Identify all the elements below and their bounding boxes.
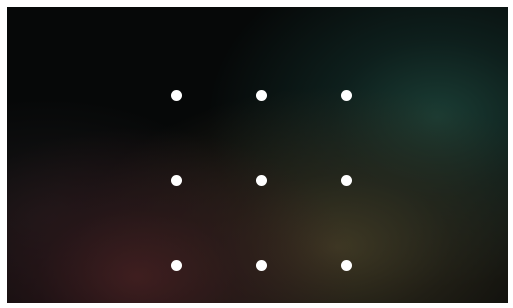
screenshot-frame	[0, 0, 513, 308]
lock-screen	[7, 7, 508, 303]
pattern-dot-4[interactable]	[170, 174, 182, 186]
pattern-dot-9[interactable]	[340, 259, 352, 271]
pattern-dot-3[interactable]	[340, 89, 352, 101]
pattern-dot-6[interactable]	[340, 174, 352, 186]
pattern-dot-2[interactable]	[255, 89, 267, 101]
pattern-dot-7[interactable]	[170, 259, 182, 271]
pattern-dot-8[interactable]	[255, 259, 267, 271]
pattern-dot-1[interactable]	[170, 89, 182, 101]
pattern-lock-grid[interactable]	[7, 7, 508, 303]
pattern-dot-5[interactable]	[255, 174, 267, 186]
